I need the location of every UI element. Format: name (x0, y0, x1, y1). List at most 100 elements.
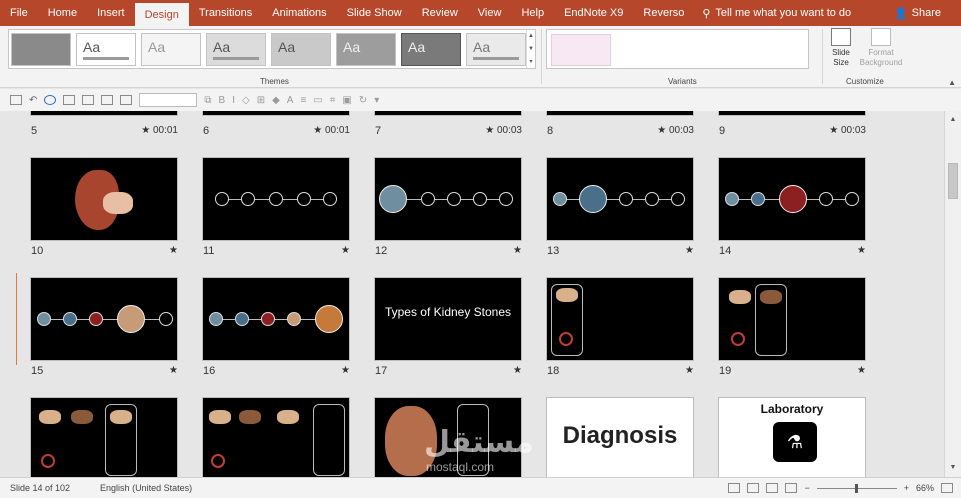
slide-timing: ★ 00:03 (657, 125, 694, 136)
theme-bar (213, 57, 259, 60)
format-painter-icon[interactable]: ⧉ (204, 95, 211, 106)
zoom-out-icon[interactable]: − (804, 483, 809, 493)
arrange-icon[interactable]: ⊞ (257, 95, 265, 106)
theme-sample: Aa (278, 39, 296, 55)
tab-view[interactable]: View (468, 0, 512, 26)
vertical-scrollbar[interactable]: ▲ ▼ (944, 111, 961, 477)
theme-sample: Aa (83, 39, 101, 55)
slide-sorter-view-icon[interactable] (747, 483, 760, 493)
slide-animation-star: ★ (169, 245, 178, 256)
slide-thumb-6[interactable] (202, 111, 350, 116)
tell-me-search[interactable]: ⚲ Tell me what you want to do (694, 0, 851, 26)
picture-icon[interactable] (120, 95, 133, 105)
slide-thumb-13[interactable] (546, 157, 694, 241)
slide-thumb-19[interactable] (718, 277, 866, 361)
tab-slide-show[interactable]: Slide Show (337, 0, 412, 26)
table-icon[interactable] (101, 95, 114, 105)
undo-icon[interactable]: ↶ (29, 95, 37, 106)
share-button[interactable]: 👤 Share (894, 0, 941, 26)
variant-thumb-1[interactable] (551, 34, 611, 66)
rotate-icon[interactable]: ↻ (359, 95, 367, 106)
theme-thumb-5[interactable]: Aa (271, 33, 331, 66)
themes-gallery-scroll[interactable]: ▲ ▼ ▾ (526, 30, 535, 68)
more-icon[interactable]: ▾ (374, 95, 379, 106)
slide-thumb-14[interactable] (718, 157, 866, 241)
new-slide-icon[interactable] (63, 95, 76, 105)
slide-thumb-18[interactable] (546, 277, 694, 361)
bold-icon[interactable]: B (219, 95, 226, 106)
slide-thumb-10[interactable] (30, 157, 178, 241)
scroll-up-icon[interactable]: ▲ (527, 30, 535, 43)
italic-icon[interactable]: I (232, 95, 235, 106)
reading-view-icon[interactable] (766, 483, 779, 493)
theme-thumb-2[interactable]: Aa (76, 33, 136, 66)
status-bar: Slide 14 of 102 English (United States) … (0, 477, 961, 498)
tab-help[interactable]: Help (511, 0, 554, 26)
collapse-ribbon-icon[interactable]: ▲ (948, 78, 956, 87)
group-icon[interactable]: ▣ (342, 95, 351, 106)
variants-group-label: Variants (668, 77, 697, 86)
slide-thumb-24[interactable]: Laboratory ⚗ (718, 397, 866, 477)
zoom-slider-knob[interactable] (854, 483, 858, 493)
tab-transitions[interactable]: Transitions (189, 0, 262, 26)
timeline-circle (671, 192, 685, 206)
scroll-up-icon[interactable]: ▲ (945, 113, 961, 127)
slide-thumb-8[interactable] (546, 111, 694, 116)
scrollbar-thumb[interactable] (948, 163, 958, 199)
align-icon[interactable]: ≡ (300, 95, 306, 106)
zoom-in-icon[interactable]: + (904, 483, 909, 493)
slide-thumb-9[interactable] (718, 111, 866, 116)
ribbon: Aa Aa Aa Aa Aa Aa Aa ▲ ▼ ▾ Themes Varian… (0, 26, 961, 88)
layout-icon[interactable] (82, 95, 95, 105)
fill-icon[interactable]: ◆ (272, 95, 280, 106)
slide-thumb-7[interactable] (374, 111, 522, 116)
slide-thumb-15[interactable] (30, 277, 178, 361)
theme-thumb-6[interactable]: Aa (336, 33, 396, 66)
theme-thumb-1[interactable] (11, 33, 71, 66)
shapes-icon[interactable]: ◇ (242, 95, 250, 106)
fit-to-window-icon[interactable] (941, 483, 953, 493)
crop-icon[interactable]: ⌗ (330, 95, 336, 106)
tab-reverso[interactable]: Reverso (633, 0, 694, 26)
theme-thumb-7[interactable]: Aa (401, 33, 461, 66)
slide-show-view-icon[interactable] (785, 483, 798, 493)
tab-animations[interactable]: Animations (262, 0, 336, 26)
slide-thumb-12[interactable] (374, 157, 522, 241)
tab-endnote[interactable]: EndNote X9 (554, 0, 633, 26)
timeline-circle (269, 192, 283, 206)
more-icon[interactable]: ▾ (527, 56, 535, 69)
theme-thumb-4[interactable]: Aa (206, 33, 266, 66)
format-background-button[interactable]: Format Background (856, 28, 906, 68)
textbox-icon[interactable]: ▭ (313, 95, 322, 106)
slide-number: 10 (31, 245, 44, 257)
slide-thumb-23[interactable]: Diagnosis (546, 397, 694, 477)
slide-thumb-5[interactable] (30, 111, 178, 116)
scroll-down-icon[interactable]: ▼ (945, 461, 961, 475)
tab-review[interactable]: Review (412, 0, 468, 26)
theme-thumb-8[interactable]: Aa (466, 33, 526, 66)
font-name-box[interactable] (139, 93, 198, 107)
theme-thumb-3[interactable]: Aa (141, 33, 201, 66)
slide-thumb-16[interactable] (202, 277, 350, 361)
slide-thumb-21[interactable] (202, 397, 350, 477)
tab-file[interactable]: File (0, 0, 38, 26)
slide-title-text: Diagnosis (562, 422, 678, 449)
slide-thumb-17[interactable]: Types of Kidney Stones (374, 277, 522, 361)
zoom-slider[interactable] (816, 483, 897, 493)
tab-insert[interactable]: Insert (87, 0, 135, 26)
stone-image (729, 290, 751, 304)
tab-design[interactable]: Design (134, 3, 189, 26)
slide-size-button[interactable]: Slide Size (826, 28, 856, 68)
zoom-level[interactable]: 66% (916, 483, 934, 493)
scroll-down-icon[interactable]: ▼ (527, 43, 535, 56)
timeline-circle (287, 312, 301, 326)
normal-view-icon[interactable] (728, 483, 741, 493)
theme-sample: Aa (148, 39, 166, 55)
redo-icon[interactable] (44, 95, 57, 105)
slide-thumb-11[interactable] (202, 157, 350, 241)
language-indicator[interactable]: English (United States) (70, 483, 192, 493)
tab-home[interactable]: Home (38, 0, 87, 26)
slide-thumb-20[interactable] (30, 397, 178, 477)
font-color-icon[interactable]: A (287, 95, 294, 106)
save-icon[interactable] (10, 95, 22, 105)
